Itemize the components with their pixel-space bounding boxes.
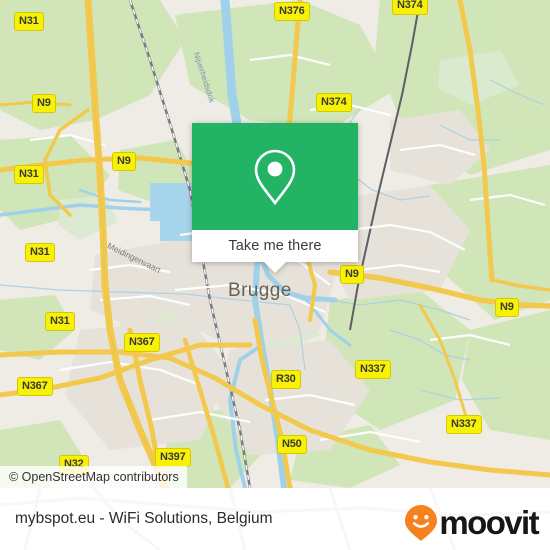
card-header (192, 123, 358, 230)
road-shield[interactable]: N376 (274, 2, 310, 21)
page-footer: mybspot.eu - WiFi Solutions, Belgium moo… (0, 488, 550, 550)
map-pin-icon (254, 149, 296, 205)
road-shield[interactable]: N31 (25, 243, 55, 262)
road-shield[interactable]: N397 (155, 448, 191, 467)
attribution-text: © OpenStreetMap contributors (9, 470, 179, 484)
location-info-card[interactable]: Take me there (192, 123, 358, 273)
road-shield[interactable]: N367 (17, 377, 53, 396)
road-shield[interactable]: N31 (14, 12, 44, 31)
moovit-wordmark: moovit (439, 504, 539, 541)
road-shield[interactable]: N50 (277, 435, 307, 454)
city-label-brugge: Brugge (228, 280, 292, 301)
road-shield[interactable]: N374 (392, 0, 428, 15)
take-me-there-label: Take me there (228, 238, 322, 254)
road-shield[interactable]: N374 (316, 93, 352, 112)
take-me-there-button[interactable]: Take me there (192, 230, 358, 262)
road-shield[interactable]: N9 (340, 265, 364, 284)
map-attribution[interactable]: © OpenStreetMap contributors (0, 466, 187, 488)
moovit-smiley-pin-icon (405, 505, 438, 541)
road-shield[interactable]: N367 (124, 333, 160, 352)
road-shield[interactable]: N9 (112, 152, 136, 171)
road-shield[interactable]: N31 (45, 312, 75, 331)
road-shield[interactable]: N337 (355, 360, 391, 379)
road-shield[interactable]: N9 (495, 298, 519, 317)
map-canvas[interactable]: Nijverheidsdok Meidingenvaart Brugge N31… (0, 0, 550, 488)
card-pointer-tail (264, 262, 286, 273)
road-shield[interactable]: R30 (271, 370, 301, 389)
road-shield[interactable]: N9 (32, 94, 56, 113)
footer-title: mybspot.eu - WiFi Solutions, Belgium (15, 510, 273, 527)
road-shield[interactable]: N31 (14, 165, 44, 184)
moovit-logo[interactable]: moovit (404, 504, 540, 542)
road-shield[interactable]: N337 (446, 415, 482, 434)
